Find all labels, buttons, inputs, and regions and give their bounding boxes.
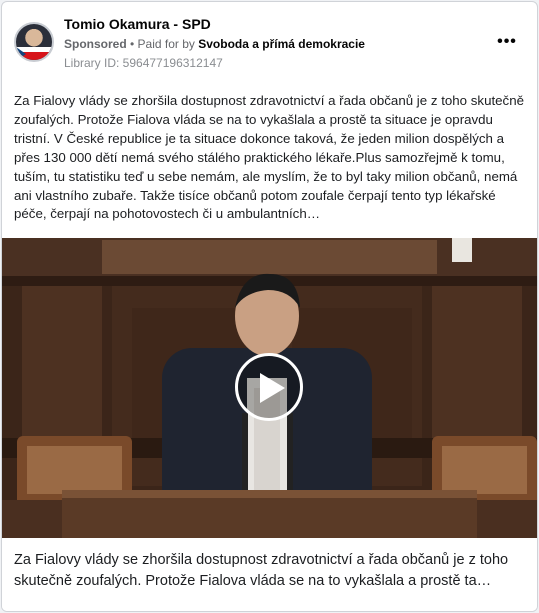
page-name-link[interactable]: Tomio Okamura - SPD xyxy=(64,16,211,32)
avatar[interactable] xyxy=(14,22,54,62)
caption-text: Za Fialovy vlády se zhoršila dostupnost … xyxy=(14,552,509,589)
flag-badge-icon xyxy=(16,47,52,60)
library-id: Library ID: 596477196312147 xyxy=(64,56,223,70)
post-body-text: Za Fialovy vlády se zhoršila dostupnost … xyxy=(14,93,524,222)
play-button[interactable] xyxy=(235,353,303,421)
funder-name: Svoboda a přímá demokracie xyxy=(198,37,365,51)
sponsored-label: Sponsored xyxy=(64,37,127,51)
sponsored-meta: Sponsored • Paid for by Svoboda a přímá … xyxy=(64,37,365,51)
ad-card: Tomio Okamura - SPD Sponsored • Paid for… xyxy=(1,1,538,612)
play-icon xyxy=(260,373,285,403)
link-caption[interactable]: Za Fialovy vlády se zhoršila dostupnost … xyxy=(2,538,537,611)
paid-for-label: Paid for by xyxy=(137,37,199,51)
meta-separator: • xyxy=(126,37,138,51)
video-player[interactable] xyxy=(2,238,537,538)
post-header: Tomio Okamura - SPD Sponsored • Paid for… xyxy=(2,2,537,82)
more-options-icon[interactable]: ••• xyxy=(496,32,518,52)
